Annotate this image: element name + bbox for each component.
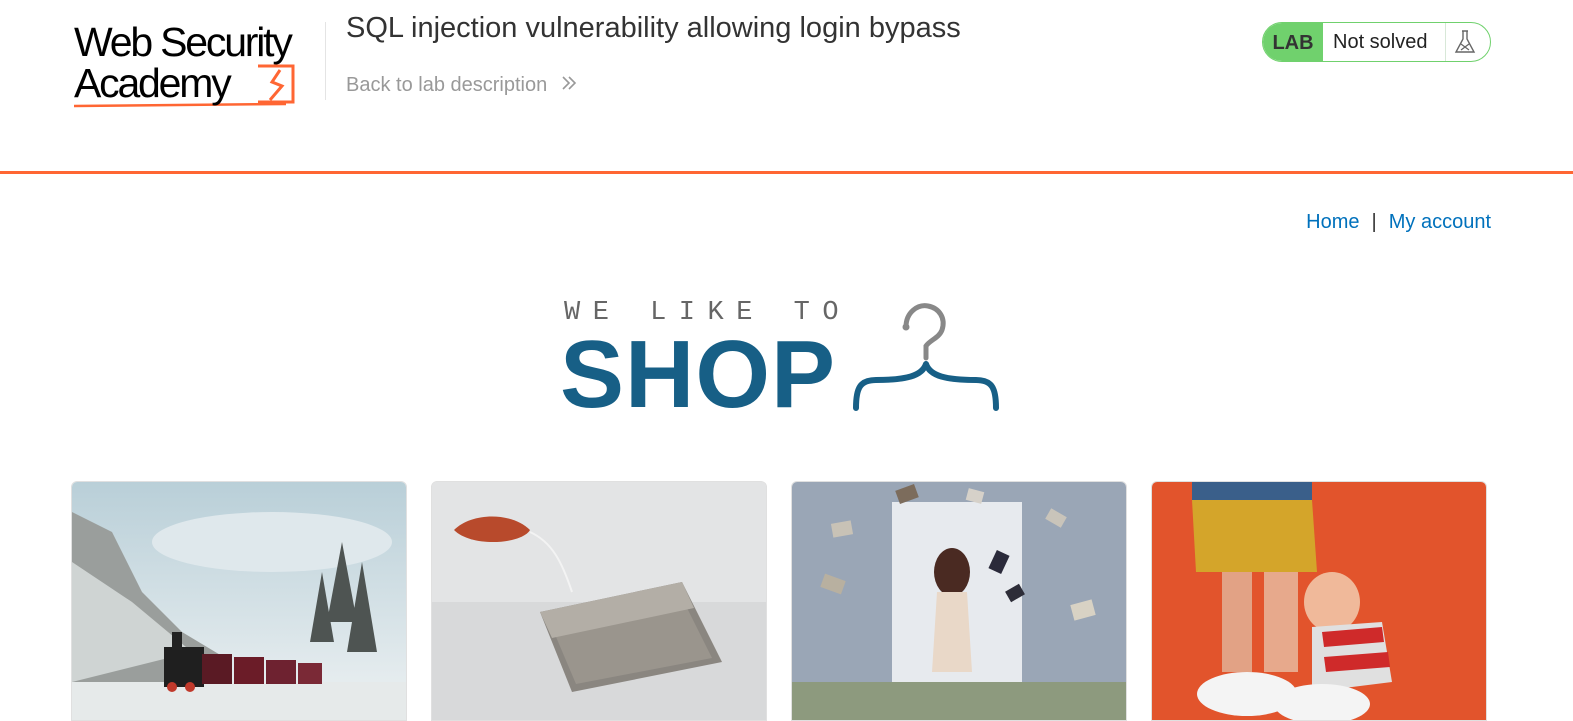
header-accent-rule — [0, 171, 1573, 174]
nav-separator: | — [1371, 211, 1377, 233]
clothes-hanger-icon — [853, 303, 999, 411]
home-link[interactable]: Home — [1306, 211, 1359, 233]
product-image-train[interactable] — [71, 481, 407, 721]
logo-line-1: Web Security — [74, 19, 293, 65]
product-image-tea-bag[interactable] — [431, 481, 767, 721]
web-security-academy-logo[interactable]: Web Security Academy — [72, 18, 324, 112]
product-image-figurine[interactable] — [1151, 481, 1487, 721]
double-chevron-right-icon — [561, 74, 577, 97]
status-separator — [1445, 23, 1446, 61]
banner-shop-word: SHOP — [560, 321, 837, 428]
header-divider — [325, 22, 326, 100]
top-navigation: Home | My account — [1306, 211, 1491, 234]
snowy-train-photo — [72, 482, 406, 720]
lab-status-widget: LAB Not solved — [1262, 22, 1491, 62]
flying-books-photo — [792, 482, 1126, 720]
back-to-lab-description-link[interactable]: Back to lab description — [346, 74, 577, 97]
flask-icon — [1453, 29, 1477, 60]
shop-banner: WE LIKE TO SHOP — [560, 296, 1010, 427]
product-image-flying-books[interactable] — [791, 481, 1127, 721]
my-account-link[interactable]: My account — [1389, 211, 1491, 233]
lab-title: SQL injection vulnerability allowing log… — [346, 12, 961, 44]
tea-bag-photo — [432, 482, 766, 720]
back-link-label: Back to lab description — [346, 74, 548, 96]
cartoon-figurine-photo — [1152, 482, 1486, 720]
product-grid — [71, 481, 1487, 721]
lab-badge: LAB — [1263, 23, 1323, 61]
logo-line-2: Academy — [74, 60, 232, 106]
lab-header: Web Security Academy SQL injection vulne… — [0, 0, 1573, 174]
lab-status-text: Not solved — [1333, 31, 1428, 53]
